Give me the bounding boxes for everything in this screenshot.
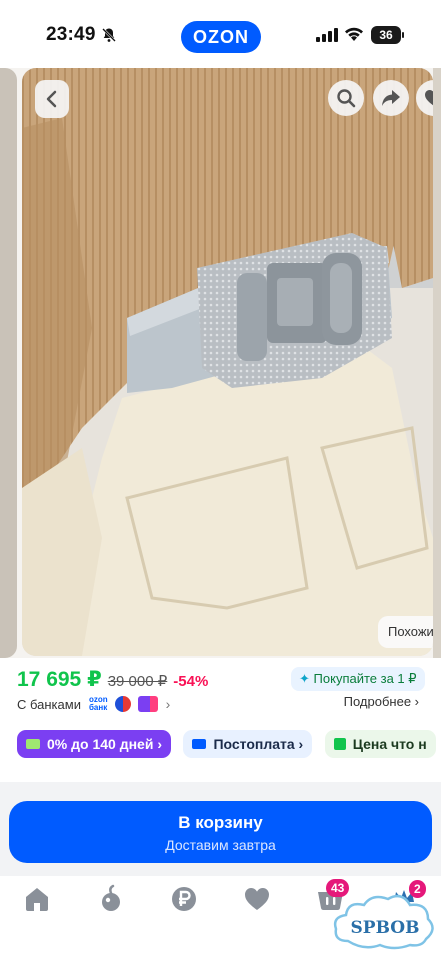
watermark-text: SPBOB bbox=[350, 918, 420, 938]
wallet-icon bbox=[192, 739, 207, 749]
bank-offers[interactable]: С банками ozon банк › bbox=[17, 694, 170, 714]
banks-label: С банками bbox=[17, 696, 81, 712]
postpay-chip-label: Постоплата › bbox=[213, 736, 304, 752]
sparkle-icon: ✦ bbox=[299, 671, 310, 686]
bank-logo-icon bbox=[114, 696, 131, 712]
previous-image-peek[interactable] bbox=[0, 68, 17, 658]
more-details-link[interactable]: Подробнее › bbox=[344, 694, 419, 709]
heart-icon bbox=[425, 90, 433, 106]
search-icon bbox=[337, 89, 356, 108]
offer-chips: 0% до 140 дней › Постоплата › Цена что н bbox=[17, 730, 441, 758]
buy-for-1-ruble-button[interactable]: ✦ Покупайте за 1 ₽ bbox=[291, 667, 425, 691]
card-icon bbox=[26, 739, 40, 749]
next-image-peek[interactable] bbox=[433, 68, 441, 658]
share-icon bbox=[382, 90, 400, 106]
fresh-icon bbox=[102, 884, 120, 911]
add-to-cart-label: В корзину bbox=[178, 813, 263, 832]
price-guarantee-chip-label: Цена что н bbox=[352, 736, 427, 752]
discount-badge: -54% bbox=[173, 673, 209, 690]
home-icon bbox=[26, 888, 48, 911]
battery-icon: 36 bbox=[371, 26, 401, 44]
old-price: 39 000 ₽ bbox=[107, 673, 168, 690]
ruble-icon bbox=[172, 887, 196, 911]
similar-button[interactable]: Похожие bbox=[378, 616, 433, 648]
nav-home[interactable] bbox=[22, 884, 54, 916]
delivery-label: Доставим завтра bbox=[165, 837, 276, 853]
chevron-left-icon bbox=[46, 90, 57, 108]
search-button[interactable] bbox=[328, 80, 364, 116]
nav-favorites[interactable] bbox=[242, 884, 274, 916]
bell-off-icon bbox=[102, 28, 116, 42]
nav-fresh[interactable] bbox=[96, 884, 128, 916]
signal-icon bbox=[316, 28, 338, 42]
product-gallery[interactable]: Похожие bbox=[0, 68, 441, 658]
ozon-logo: OZON bbox=[181, 21, 261, 53]
price-guarantee-chip[interactable]: Цена что н bbox=[324, 730, 436, 758]
nav-finance[interactable] bbox=[169, 884, 201, 916]
battery-cap bbox=[402, 32, 404, 38]
share-button[interactable] bbox=[373, 80, 409, 116]
postpay-chip[interactable]: Постоплата › bbox=[183, 730, 313, 758]
bank-logo-icon-2 bbox=[137, 696, 158, 712]
add-to-cart-button[interactable]: В корзину Доставим завтра bbox=[9, 801, 432, 863]
ozon-bank-logo: ozon банк bbox=[88, 695, 108, 712]
favorites-icon bbox=[245, 888, 269, 910]
product-photo-illustration bbox=[22, 68, 433, 656]
status-bar: 23:49 OZON 36 bbox=[0, 0, 441, 68]
chevron-right-icon: › bbox=[165, 696, 171, 712]
back-button[interactable] bbox=[35, 80, 69, 118]
price-row: 17 695 ₽ 39 000 ₽ -54% bbox=[17, 667, 208, 693]
thumbs-up-icon bbox=[333, 738, 346, 750]
wifi-icon bbox=[345, 27, 363, 41]
status-time: 23:49 bbox=[46, 24, 96, 45]
current-price: 17 695 ₽ bbox=[17, 668, 102, 691]
cart-area: В корзину Доставим завтра bbox=[0, 782, 441, 876]
buy-for-label: Покупайте за 1 ₽ bbox=[313, 671, 417, 686]
installment-chip[interactable]: 0% до 140 дней › bbox=[17, 730, 171, 758]
installment-chip-label: 0% до 140 дней › bbox=[47, 736, 162, 752]
product-photo[interactable]: Похожие bbox=[22, 68, 433, 656]
